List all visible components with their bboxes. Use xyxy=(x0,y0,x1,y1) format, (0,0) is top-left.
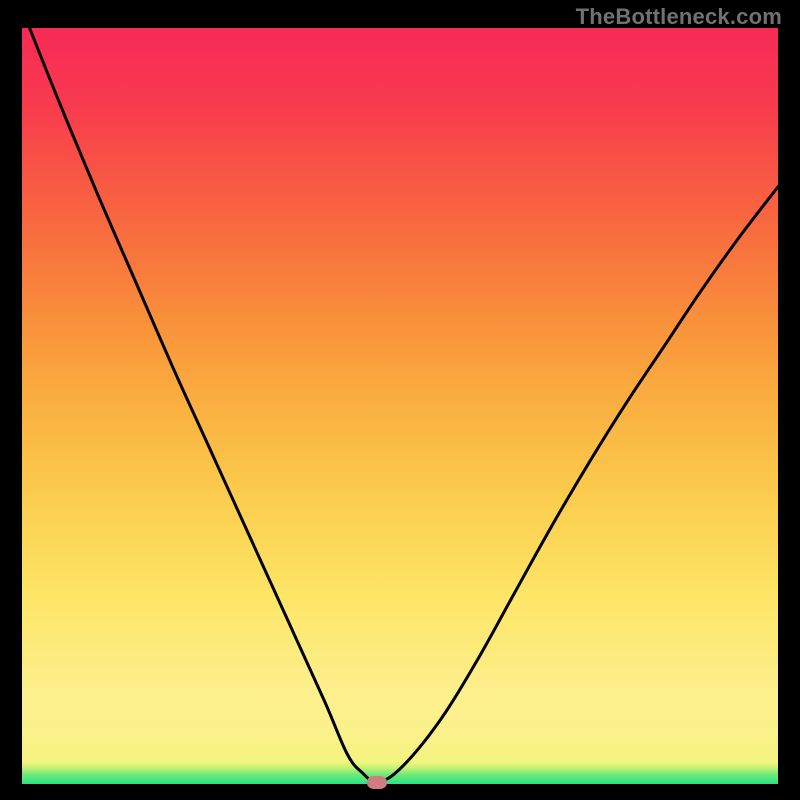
plot-area xyxy=(22,28,778,784)
watermark-label: TheBottleneck.com xyxy=(576,4,782,30)
optimal-point-marker xyxy=(367,776,387,789)
chart-container: TheBottleneck.com xyxy=(0,0,800,800)
bottleneck-curve-path xyxy=(30,28,778,782)
curve-svg xyxy=(22,28,778,784)
